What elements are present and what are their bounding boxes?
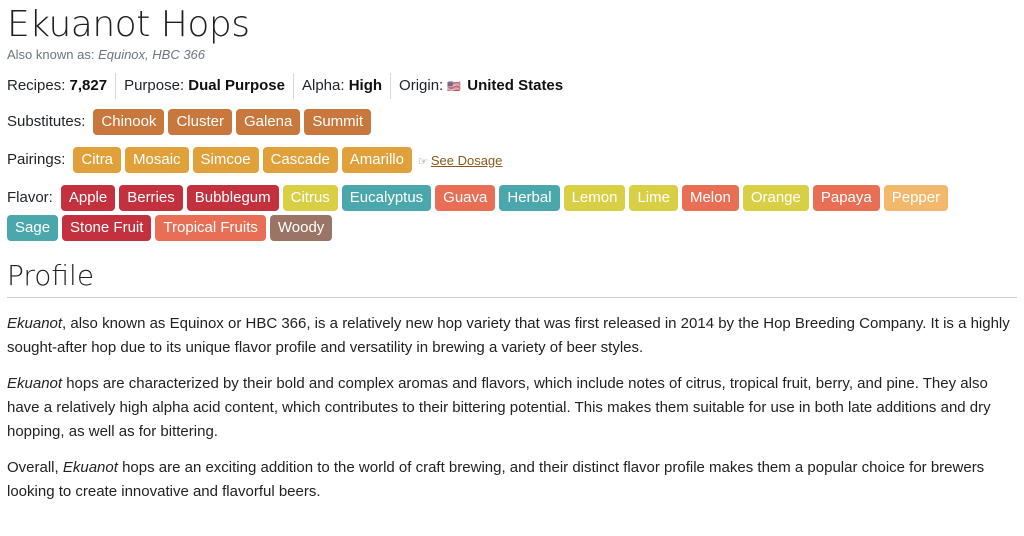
stat-purpose: Purpose: Dual Purpose [115, 73, 293, 99]
flavor-tag-eucalyptus[interactable]: Eucalyptus [341, 185, 432, 211]
flavor-tag-tropical-fruits[interactable]: Tropical Fruits [155, 215, 266, 241]
recipes-label: Recipes: [7, 77, 66, 94]
flavor-label: Flavor: [7, 189, 53, 206]
flavor-tag-stone-fruit[interactable]: Stone Fruit [62, 215, 152, 241]
aka-label: Also known as: [7, 47, 95, 62]
flavor-tag-lemon[interactable]: Lemon [563, 185, 626, 211]
see-dosage-link[interactable]: See Dosage [431, 153, 503, 168]
flavor-tag-herbal[interactable]: Herbal [499, 185, 560, 211]
substitute-tag-chinook[interactable]: Chinook [93, 109, 165, 135]
hop-name-italic: Ekuanot [7, 315, 63, 332]
hop-name-italic: Ekuanot [7, 375, 63, 392]
flavor-tag-melon[interactable]: Melon [681, 185, 739, 211]
purpose-label: Purpose: [124, 77, 185, 94]
paragraph-text: , also known as Equinox or HBC 366, is a… [7, 315, 1010, 356]
profile-paragraph-3: Overall, Ekuanot hops are an exciting ad… [7, 456, 1012, 504]
alpha-value: High [348, 77, 383, 94]
hop-page: Ekuanot Hops Also known as: Equinox, HBC… [0, 0, 1024, 504]
see-dosage: ☞ See Dosage [418, 153, 502, 168]
flavor-tag-bubblegum[interactable]: Bubblegum [186, 185, 279, 211]
pointing-hand-icon: ☞ [417, 155, 428, 168]
flavor-tag-orange[interactable]: Orange [742, 185, 809, 211]
us-flag-icon: 🇺🇸 [447, 81, 462, 93]
stat-origin: Origin: 🇺🇸 United States [390, 73, 571, 99]
flavor-tag-apple[interactable]: Apple [60, 185, 116, 211]
flavor-tag-citrus[interactable]: Citrus [282, 185, 338, 211]
profile-heading: Profile [7, 257, 1017, 298]
paragraph-text: hops are characterized by their bold and… [7, 375, 991, 440]
aka-names: Equinox, HBC 366 [98, 47, 206, 62]
purpose-value: Dual Purpose [188, 77, 285, 94]
profile-paragraph-2: Ekuanot hops are characterized by their … [7, 372, 1012, 444]
page-title: Ekuanot Hops [7, 4, 250, 45]
stat-alpha: Alpha: High [292, 73, 390, 99]
flavor-tag-lime[interactable]: Lime [629, 185, 678, 211]
pairings-label: Pairings: [7, 151, 66, 168]
pairing-tag-simcoe[interactable]: Simcoe [192, 147, 259, 173]
pairing-tag-amarillo[interactable]: Amarillo [341, 147, 412, 173]
hop-name-italic: Ekuanot [62, 459, 118, 476]
substitute-tag-cluster[interactable]: Cluster [168, 109, 232, 135]
alpha-label: Alpha: [301, 77, 345, 94]
recipes-value: 7,827 [69, 77, 108, 94]
paragraph-text: hops are an exciting addition to the wor… [7, 459, 985, 500]
profile-paragraph-1: Ekuanot, also known as Equinox or HBC 36… [7, 312, 1012, 360]
pairing-tag-cascade[interactable]: Cascade [262, 147, 338, 173]
stat-recipes: Recipes: 7,827 [7, 73, 115, 99]
stats-bar: Recipes: 7,827 Purpose: Dual Purpose Alp… [7, 73, 1017, 99]
origin-label: Origin: [399, 77, 444, 94]
origin-value: United States [467, 77, 564, 94]
substitute-tag-summit[interactable]: Summit [304, 109, 372, 135]
flavor-tag-pepper[interactable]: Pepper [883, 185, 949, 211]
aka-line: Also known as: Equinox, HBC 366 [7, 46, 1017, 64]
pairing-tag-mosaic[interactable]: Mosaic [125, 147, 189, 173]
substitutes-label: Substitutes: [7, 113, 86, 130]
flavor-tag-woody[interactable]: Woody [269, 215, 333, 241]
pairings-row: Pairings: Citra Mosaic Simcoe Cascade Am… [7, 147, 1017, 173]
pairing-tag-citra[interactable]: Citra [73, 147, 122, 173]
paragraph-text: Overall, [7, 459, 63, 476]
flavor-tag-papaya[interactable]: Papaya [812, 185, 880, 211]
flavor-tag-berries[interactable]: Berries [119, 185, 183, 211]
substitute-tag-galena[interactable]: Galena [235, 109, 301, 135]
substitutes-row: Substitutes: Chinook Cluster Galena Summ… [7, 109, 1017, 135]
flavor-tag-guava[interactable]: Guava [435, 185, 496, 211]
flavor-row: Flavor: Apple Berries Bubblegum Citrus Eucal… [7, 185, 1007, 241]
flavor-tag-sage[interactable]: Sage [7, 215, 59, 241]
